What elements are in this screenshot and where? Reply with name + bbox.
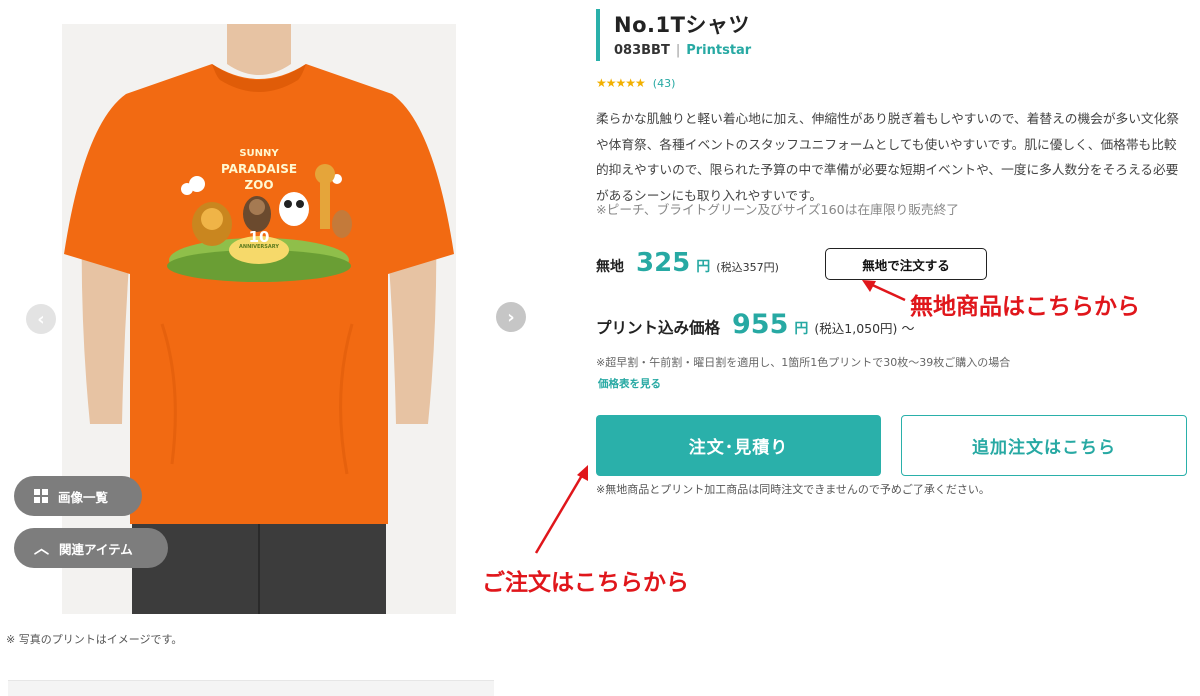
print-price-yen: 円	[794, 321, 809, 337]
print-price-label: プリント込み価格	[596, 319, 721, 337]
next-image-button[interactable]: ›	[496, 302, 526, 332]
price-list-link[interactable]: 価格表を見る	[598, 376, 661, 391]
brand-link[interactable]: Printstar	[686, 43, 751, 58]
annotation-order-hint: ご注文はこちらから	[482, 570, 689, 596]
star-rating-icon: ★★★★★	[596, 76, 646, 90]
chevron-left-icon: ‹	[37, 308, 45, 330]
plain-price-row: 無地 325 円 (税込357円)	[596, 248, 779, 278]
stock-note: ※ピーチ、ブライトグリーン及びサイズ160は在庫限り販売終了	[596, 202, 959, 217]
rating: ★★★★★ (43)	[596, 76, 675, 90]
additional-order-button[interactable]: 追加注文はこちら	[901, 415, 1187, 476]
plain-price-label: 無地	[596, 259, 624, 275]
subtitle-separator: |	[675, 43, 681, 58]
bottom-panel	[8, 680, 494, 696]
print-price-tax: (税込1,050円)	[814, 321, 898, 336]
product-title: No.1Tシャツ	[614, 13, 750, 37]
order-plain-button[interactable]: 無地で注文する	[825, 248, 987, 280]
print-price-row: プリント込み価格 955 円 (税込1,050円) ～	[596, 309, 914, 340]
annotation-plain-hint: 無地商品はこちらから	[910, 294, 1140, 320]
plain-price-tax: (税込357円)	[716, 261, 779, 274]
review-count-link[interactable]: (43)	[653, 77, 676, 90]
chevron-right-icon: ›	[507, 306, 515, 328]
print-price-value: 955	[732, 309, 789, 340]
image-gallery-label: 画像一覧	[58, 489, 109, 505]
arrow-to-plain-button	[862, 280, 906, 302]
product-code: 083BBT	[614, 43, 670, 58]
order-note: ※無地商品とプリント加工商品は同時注文できませんので予めご了承ください。	[596, 483, 990, 496]
chevron-up-icon: ︿	[34, 538, 50, 557]
grid-icon	[34, 489, 48, 503]
product-photo[interactable]: SUNNY PARADAISE ZOO 10 ANNIVERSARY	[62, 24, 456, 614]
product-subtitle: 083BBT | Printstar	[614, 43, 751, 58]
arrow-to-order-button	[534, 465, 588, 554]
plain-price-value: 325	[636, 248, 691, 278]
image-gallery-button[interactable]: 画像一覧	[14, 476, 142, 516]
photo-note: ※ 写真のプリントはイメージです。	[6, 633, 183, 646]
product-title-block: No.1Tシャツ 083BBT | Printstar	[596, 9, 751, 61]
related-items-button[interactable]: ︿ 関連アイテム	[14, 528, 168, 568]
product-description: 柔らかな肌触りと軽い着心地に加え、伸縮性があり脱ぎ着もしやすいので、着替えの機会…	[596, 111, 1179, 203]
plain-price-yen: 円	[696, 259, 711, 275]
print-price-note: ※超早割・午前割・曜日割を適用し、1箇所1色プリントで30枚～39枚ご購入の場合	[596, 356, 1011, 369]
order-estimate-button[interactable]: 注文･見積り	[596, 415, 881, 476]
tshirt-model-image	[62, 24, 456, 614]
related-items-label: 関連アイテム	[59, 541, 133, 557]
prev-image-button[interactable]: ‹	[26, 304, 56, 334]
